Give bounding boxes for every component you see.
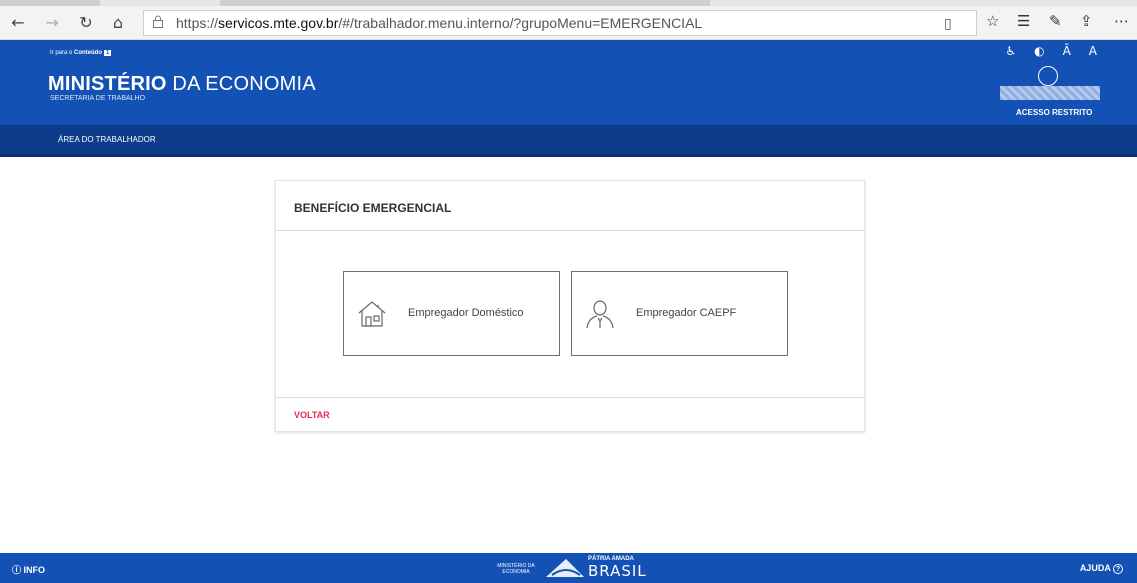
restricted-access-label: ACESSO RESTRITO [1016,108,1093,117]
lock-icon [152,15,164,32]
ministry-title: MINISTÉRIO DA ECONOMIA [48,73,316,96]
font-increase-icon[interactable]: A [1089,44,1097,58]
option-domestic-employer[interactable]: Empregador Doméstico [343,271,560,356]
help-label: AJUDA [1079,563,1111,573]
contrast-icon[interactable]: ◐ [1034,44,1044,58]
brasil-flag-icon [546,559,584,577]
font-decrease-icon[interactable]: Ā [1063,44,1071,58]
back-icon[interactable]: ← [8,12,28,32]
url-host: servicos.mte.gov.br [218,15,339,31]
tab-edge[interactable] [220,0,710,6]
skip-text: Ir para o [50,50,75,56]
accessibility-icon[interactable]: ♿ [1005,44,1016,58]
gov-footer: ⓘ INFO MINISTÉRIO DA ECONOMIA PÁTRIA AMA… [0,553,1137,583]
house-icon [358,301,386,327]
option-label: Empregador Doméstico [408,307,524,319]
url-path: /#/trabalhador.menu.interno/?grupoMenu=E… [338,15,703,31]
info-icon: ⓘ [12,565,22,575]
share-icon[interactable]: ⇪ [1080,12,1093,30]
card-header: BENEFÍCIO EMERGENCIAL [276,181,864,231]
user-name-redacted [1000,86,1100,100]
help-icon: ? [1113,564,1123,574]
info-button[interactable]: ⓘ INFO [12,563,45,576]
option-caepf-employer[interactable]: Empregador CAEPF [571,271,788,356]
more-icon[interactable]: ⋯ [1114,12,1129,30]
tab-edge[interactable] [0,0,100,6]
ministry-title-rest: DA ECONOMIA [166,73,316,95]
skip-link-text: Conteúdo [74,50,103,56]
user-area[interactable]: ACESSO RESTRITO [1000,62,1100,122]
ministry-title-bold: MINISTÉRIO [48,73,167,95]
forward-icon[interactable]: → [42,12,62,32]
skip-to-content[interactable]: Ir para o Conteúdo 1 [50,50,112,56]
user-avatar-icon [1038,66,1058,86]
accessibility-tools: ♿ ◐ Ā A [1005,44,1097,58]
nav-item-worker-area[interactable]: ÁREA DO TRABALHADOR [58,135,156,144]
refresh-icon[interactable]: ↻ [76,12,96,32]
url-text: https://servicos.mte.gov.br/#/trabalhado… [176,15,702,31]
back-link[interactable]: VOLTAR [294,410,330,420]
reading-view-icon[interactable]: ▯ [944,16,952,32]
skip-key: 1 [104,50,112,56]
option-label: Empregador CAEPF [636,307,737,319]
browser-toolbar: ← → ↻ ⌂ https://servicos.mte.gov.br/#/tr… [0,0,1137,40]
emergency-benefit-card: BENEFÍCIO EMERGENCIAL Empregador Domésti… [275,180,865,432]
info-label: INFO [23,565,46,575]
favorites-bar-icon[interactable]: ☰ [1017,12,1030,30]
address-bar[interactable]: https://servicos.mte.gov.br/#/trabalhado… [143,10,977,36]
tab-strip [0,0,1137,6]
url-scheme: https:// [176,15,219,31]
pen-icon[interactable]: ✎ [1049,12,1062,30]
ministry-subtitle: SECRETARIA DE TRABALHO [50,95,146,102]
card-title: BENEFÍCIO EMERGENCIAL [294,201,452,215]
footer-logo: MINISTÉRIO DA ECONOMIA PÁTRIA AMADA BRAS… [496,555,646,581]
card-footer: VOLTAR [276,397,864,433]
help-button[interactable]: AJUDA ? [1080,563,1123,574]
gov-header: Ir para o Conteúdo 1 MINISTÉRIO DA ECONOM… [0,40,1137,125]
logo-ministry-text: MINISTÉRIO DA ECONOMIA [497,563,535,575]
home-icon[interactable]: ⌂ [108,12,128,32]
person-icon [586,300,614,329]
logo-brand: BRASIL [588,562,647,580]
favorite-icon[interactable]: ☆ [986,12,999,30]
sub-nav: ÁREA DO TRABALHADOR [0,125,1137,157]
